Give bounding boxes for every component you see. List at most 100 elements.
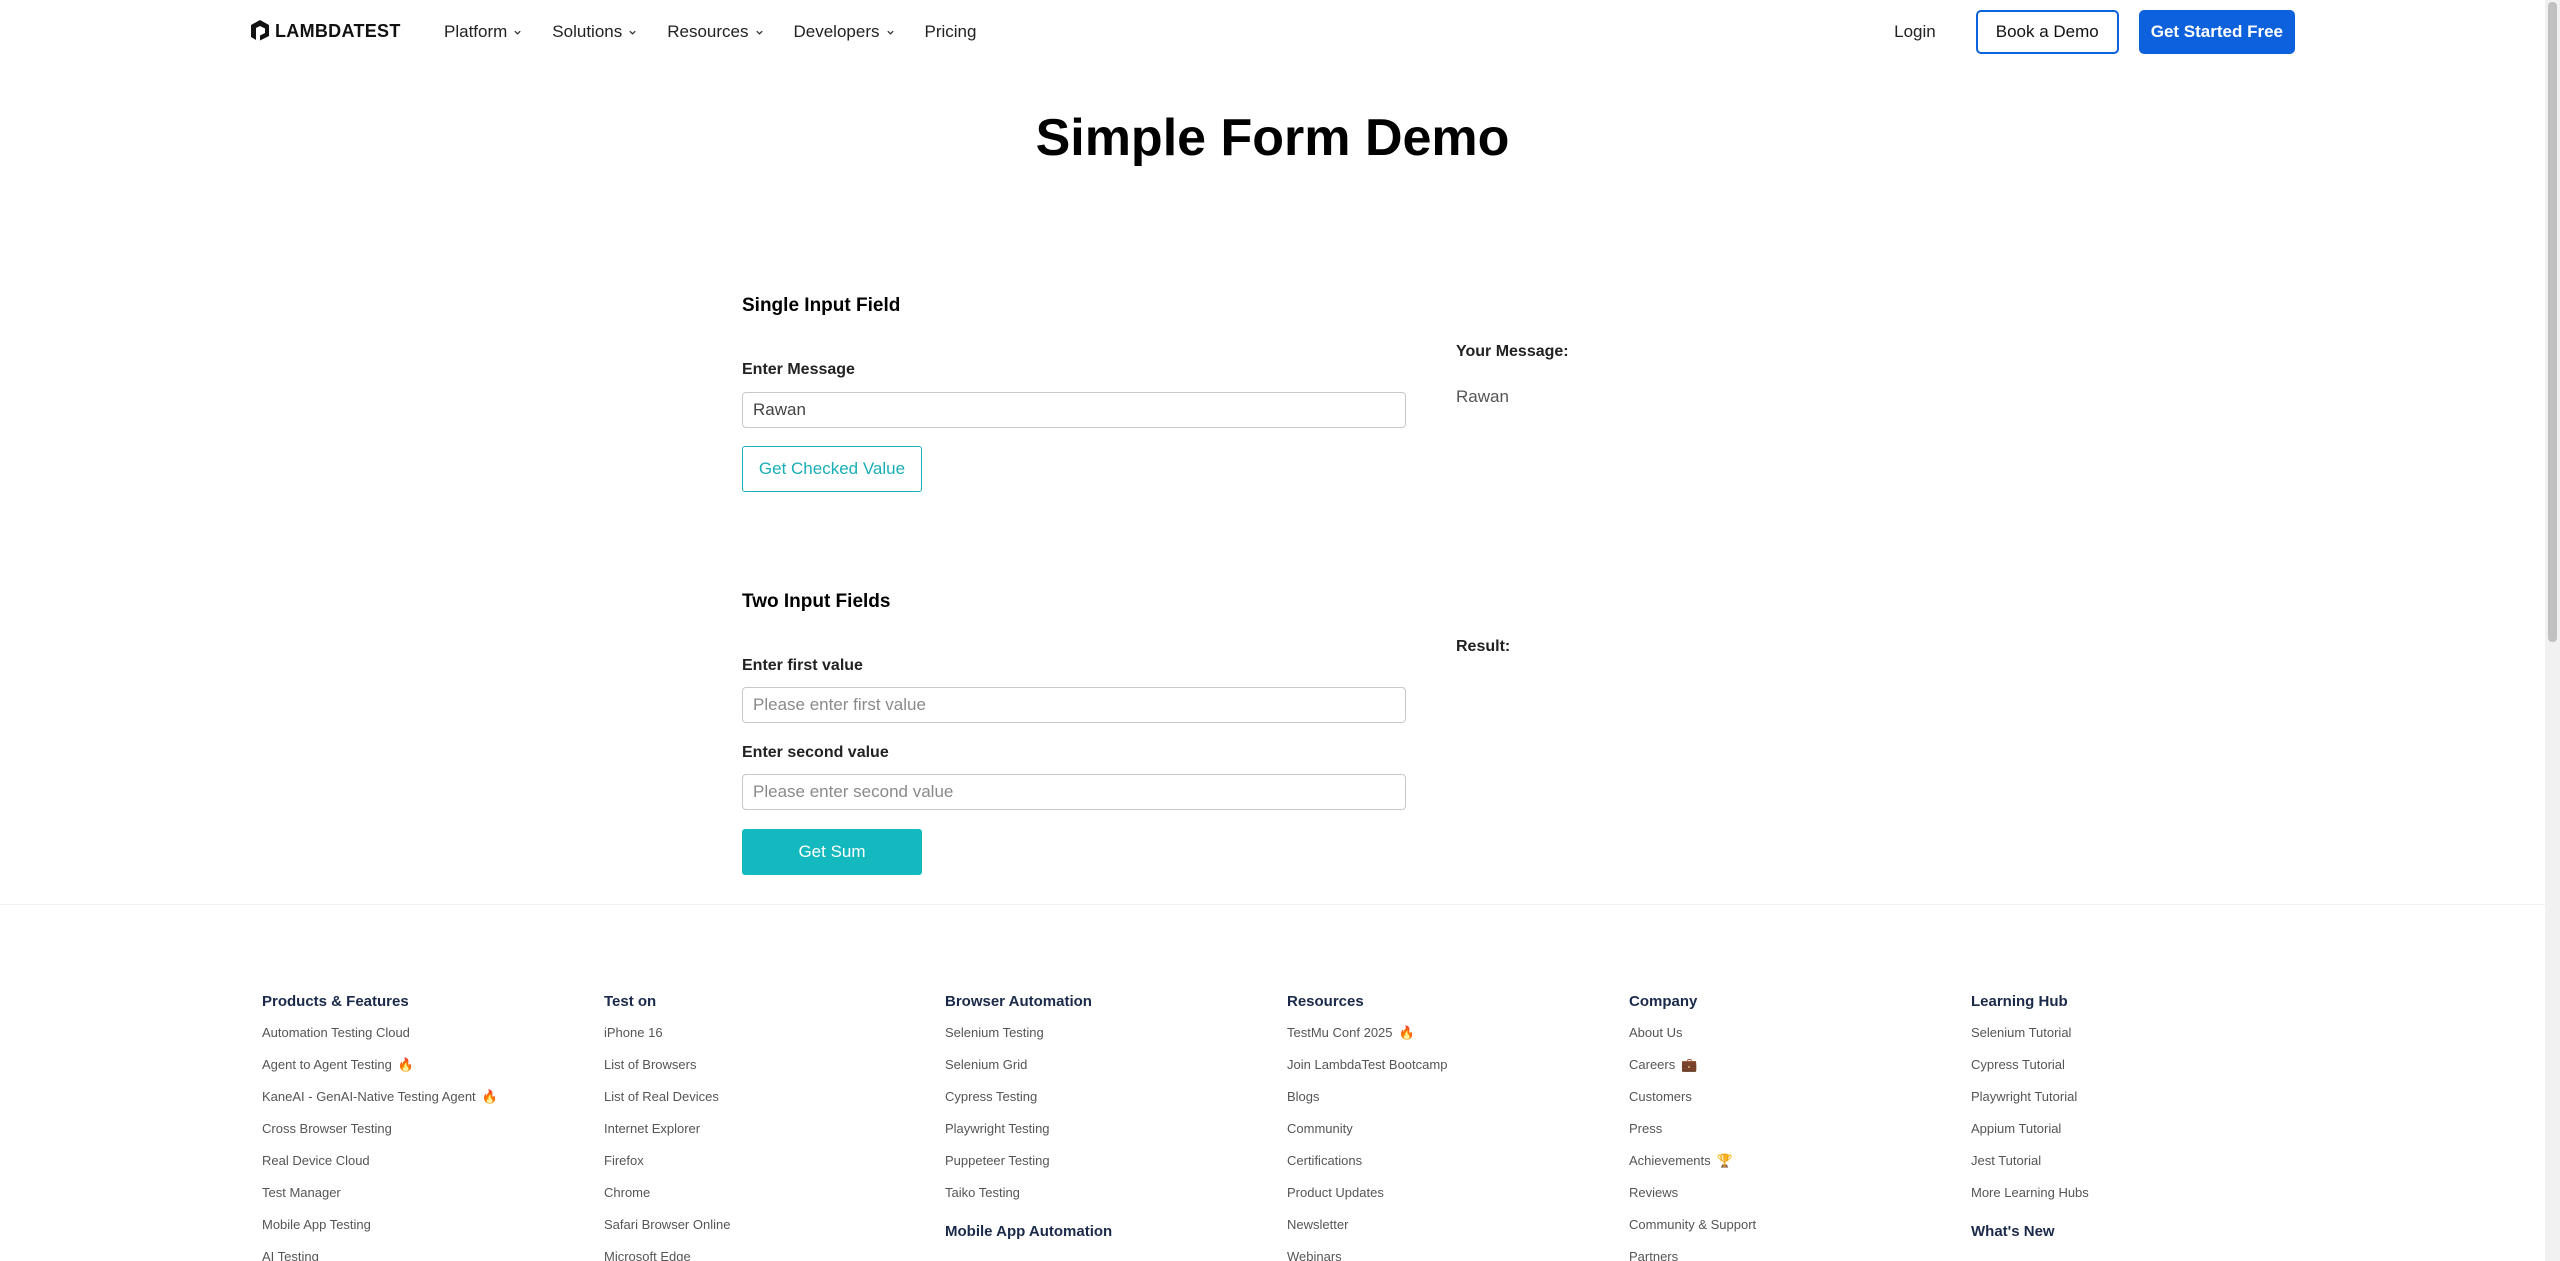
footer-link[interactable]: List of Real Devices bbox=[604, 1089, 924, 1121]
footer-link-text: TestMu Conf 2025 bbox=[1287, 1025, 1393, 1040]
nav-item-label: Solutions bbox=[552, 22, 623, 41]
footer-link[interactable]: Certifications bbox=[1287, 1153, 1607, 1185]
footer-column: Browser Automation Selenium Testing Seleni… bbox=[945, 993, 1265, 1247]
footer-link[interactable]: TestMu Conf 2025 🔥 bbox=[1287, 1025, 1607, 1057]
nav-item-developers[interactable]: Developers bbox=[794, 22, 895, 42]
footer-link-text: List of Browsers bbox=[604, 1057, 697, 1072]
footer-link-text: Reviews bbox=[1629, 1185, 1679, 1200]
footer-link-text: Selenium Testing bbox=[945, 1025, 1044, 1040]
footer-column-heading: Products & Features bbox=[262, 993, 409, 1010]
footer-link-text: Firefox bbox=[604, 1153, 644, 1168]
two-input-section-title: Two Input Fields bbox=[742, 591, 891, 612]
footer-column: Products & Features Automation Testing Cl… bbox=[262, 993, 582, 1261]
footer-link[interactable]: Selenium Testing bbox=[945, 1025, 1265, 1057]
footer-link[interactable]: Selenium Grid bbox=[945, 1057, 1265, 1089]
footer-link[interactable]: Internet Explorer bbox=[604, 1121, 924, 1153]
get-sum-button[interactable]: Get Sum bbox=[742, 829, 922, 875]
footer-link-emoji-icon: 🔥 bbox=[481, 1089, 498, 1104]
footer-link-text: Join LambdaTest Bootcamp bbox=[1287, 1057, 1448, 1072]
footer-column: Test on iPhone 16 List of Browsers List of … bbox=[604, 993, 924, 1261]
get-checked-value-button[interactable]: Get Checked Value bbox=[742, 446, 922, 492]
footer-link[interactable]: Microsoft Edge bbox=[604, 1249, 924, 1261]
footer-link[interactable]: Product Updates bbox=[1287, 1185, 1607, 1217]
footer-link-text: Press bbox=[1629, 1121, 1663, 1136]
login-link[interactable]: Login bbox=[1894, 22, 1936, 42]
footer-link[interactable]: Automation Testing Cloud bbox=[262, 1025, 582, 1057]
footer-link[interactable]: List of Browsers bbox=[604, 1057, 924, 1089]
footer-link[interactable]: Selenium Tutorial bbox=[1971, 1025, 2291, 1057]
footer-link[interactable]: Cross Browser Testing bbox=[262, 1121, 582, 1153]
site-footer: Products & Features Automation Testing Cl… bbox=[0, 904, 2545, 1261]
footer-link-text: Certifications bbox=[1287, 1153, 1363, 1168]
lambdatest-logo[interactable]: LAMBDATEST bbox=[249, 19, 401, 43]
footer-link[interactable]: Community & Support bbox=[1629, 1217, 1949, 1249]
footer-link[interactable]: Test Manager bbox=[262, 1185, 582, 1217]
footer-link-text: List of Real Devices bbox=[604, 1089, 719, 1104]
footer-link-emoji-icon: 🔥 bbox=[397, 1057, 415, 1072]
footer-link[interactable]: Achievements 🏆 bbox=[1629, 1153, 1949, 1185]
footer-link[interactable]: Careers 💼 bbox=[1629, 1057, 1949, 1089]
footer-link-text: Community & Support bbox=[1629, 1217, 1757, 1232]
chevron-down-icon bbox=[629, 30, 636, 35]
footer-link[interactable]: Safari Browser Online bbox=[604, 1217, 924, 1249]
message-input[interactable] bbox=[742, 392, 1406, 428]
footer-link[interactable]: Firefox bbox=[604, 1153, 924, 1185]
footer-link-text: Cypress Tutorial bbox=[1971, 1057, 2065, 1072]
footer-link[interactable]: Mobile App Testing bbox=[262, 1217, 582, 1249]
first-value-input[interactable] bbox=[742, 687, 1406, 723]
nav-item-solutions[interactable]: Solutions bbox=[552, 22, 637, 42]
footer-link[interactable]: Puppeteer Testing bbox=[945, 1153, 1265, 1185]
first-value-label: Enter first value bbox=[742, 657, 863, 674]
header-actions: Login Book a Demo Get Started Free bbox=[1894, 10, 2295, 54]
nav-item-label: Resources bbox=[667, 22, 749, 41]
footer-link[interactable]: KaneAI - GenAI-Native Testing Agent 🔥 bbox=[262, 1089, 582, 1121]
footer-link[interactable]: Playwright Tutorial bbox=[1971, 1089, 2291, 1121]
footer-link[interactable]: iPhone 16 bbox=[604, 1025, 924, 1057]
footer-link[interactable]: Real Device Cloud bbox=[262, 1153, 582, 1185]
footer-column-heading: Test on bbox=[604, 993, 657, 1010]
footer-link-text: Careers bbox=[1629, 1057, 1676, 1072]
page-scrollbar[interactable] bbox=[2545, 0, 2560, 1261]
chevron-down-icon bbox=[755, 30, 763, 35]
footer-link-text: Safari Browser Online bbox=[604, 1217, 731, 1232]
nav-item-resources[interactable]: Resources bbox=[667, 22, 763, 42]
footer-link[interactable]: Webinars bbox=[1287, 1249, 1607, 1261]
footer-link[interactable]: Reviews bbox=[1629, 1185, 1949, 1217]
footer-link-text: Real Device Cloud bbox=[262, 1153, 370, 1168]
footer-link[interactable]: Chrome bbox=[604, 1185, 924, 1217]
footer-link[interactable]: Playwright Testing bbox=[945, 1121, 1265, 1153]
footer-link[interactable]: Newsletter bbox=[1287, 1217, 1607, 1249]
footer-link-text: Playwright Testing bbox=[945, 1121, 1050, 1136]
footer-link-emoji-icon: 🏆 bbox=[1716, 1153, 1733, 1168]
second-value-input[interactable] bbox=[742, 774, 1406, 810]
footer-link[interactable]: Jest Tutorial bbox=[1971, 1153, 2291, 1185]
footer-link[interactable]: Blogs bbox=[1287, 1089, 1607, 1121]
footer-link[interactable]: Customers bbox=[1629, 1089, 1949, 1121]
site-header: LAMBDATEST Platform Solutions Resources Dev… bbox=[0, 0, 2545, 64]
nav-item-platform[interactable]: Platform bbox=[444, 22, 522, 42]
footer-link-text: Product Updates bbox=[1287, 1185, 1384, 1200]
scrollbar-thumb[interactable] bbox=[2548, 2, 2557, 642]
footer-link-text: More Learning Hubs bbox=[1971, 1185, 2089, 1200]
nav-item-pricing[interactable]: Pricing bbox=[925, 22, 977, 42]
footer-link[interactable]: More Learning Hubs bbox=[1971, 1185, 2291, 1217]
your-message-label: Your Message: bbox=[1456, 343, 1569, 360]
footer-link[interactable]: Appium Tutorial bbox=[1971, 1121, 2291, 1153]
footer-link[interactable]: Taiko Testing bbox=[945, 1185, 1265, 1217]
get-started-button[interactable]: Get Started Free bbox=[2138, 10, 2295, 54]
footer-link[interactable]: Cypress Tutorial bbox=[1971, 1057, 2291, 1089]
footer-link[interactable]: Partners bbox=[1629, 1249, 1949, 1261]
footer-column-heading: Resources bbox=[1287, 993, 1364, 1010]
footer-link-text: Mobile App Testing bbox=[262, 1217, 371, 1232]
footer-link-text: Automation Testing Cloud bbox=[262, 1025, 410, 1040]
footer-link[interactable]: AI Testing bbox=[262, 1249, 582, 1261]
footer-link[interactable]: Community bbox=[1287, 1121, 1607, 1153]
footer-link[interactable]: Press bbox=[1629, 1121, 1949, 1153]
footer-link[interactable]: About Us bbox=[1629, 1025, 1949, 1057]
footer-link[interactable]: Join LambdaTest Bootcamp bbox=[1287, 1057, 1607, 1089]
footer-link[interactable]: Cypress Testing bbox=[945, 1089, 1265, 1121]
footer-link-text: Agent to Agent Testing bbox=[262, 1057, 392, 1072]
book-demo-button[interactable]: Book a Demo bbox=[1975, 10, 2119, 54]
footer-link[interactable]: Agent to Agent Testing 🔥 bbox=[262, 1057, 582, 1089]
footer-link-text: KaneAI - GenAI-Native Testing Agent bbox=[262, 1089, 476, 1104]
